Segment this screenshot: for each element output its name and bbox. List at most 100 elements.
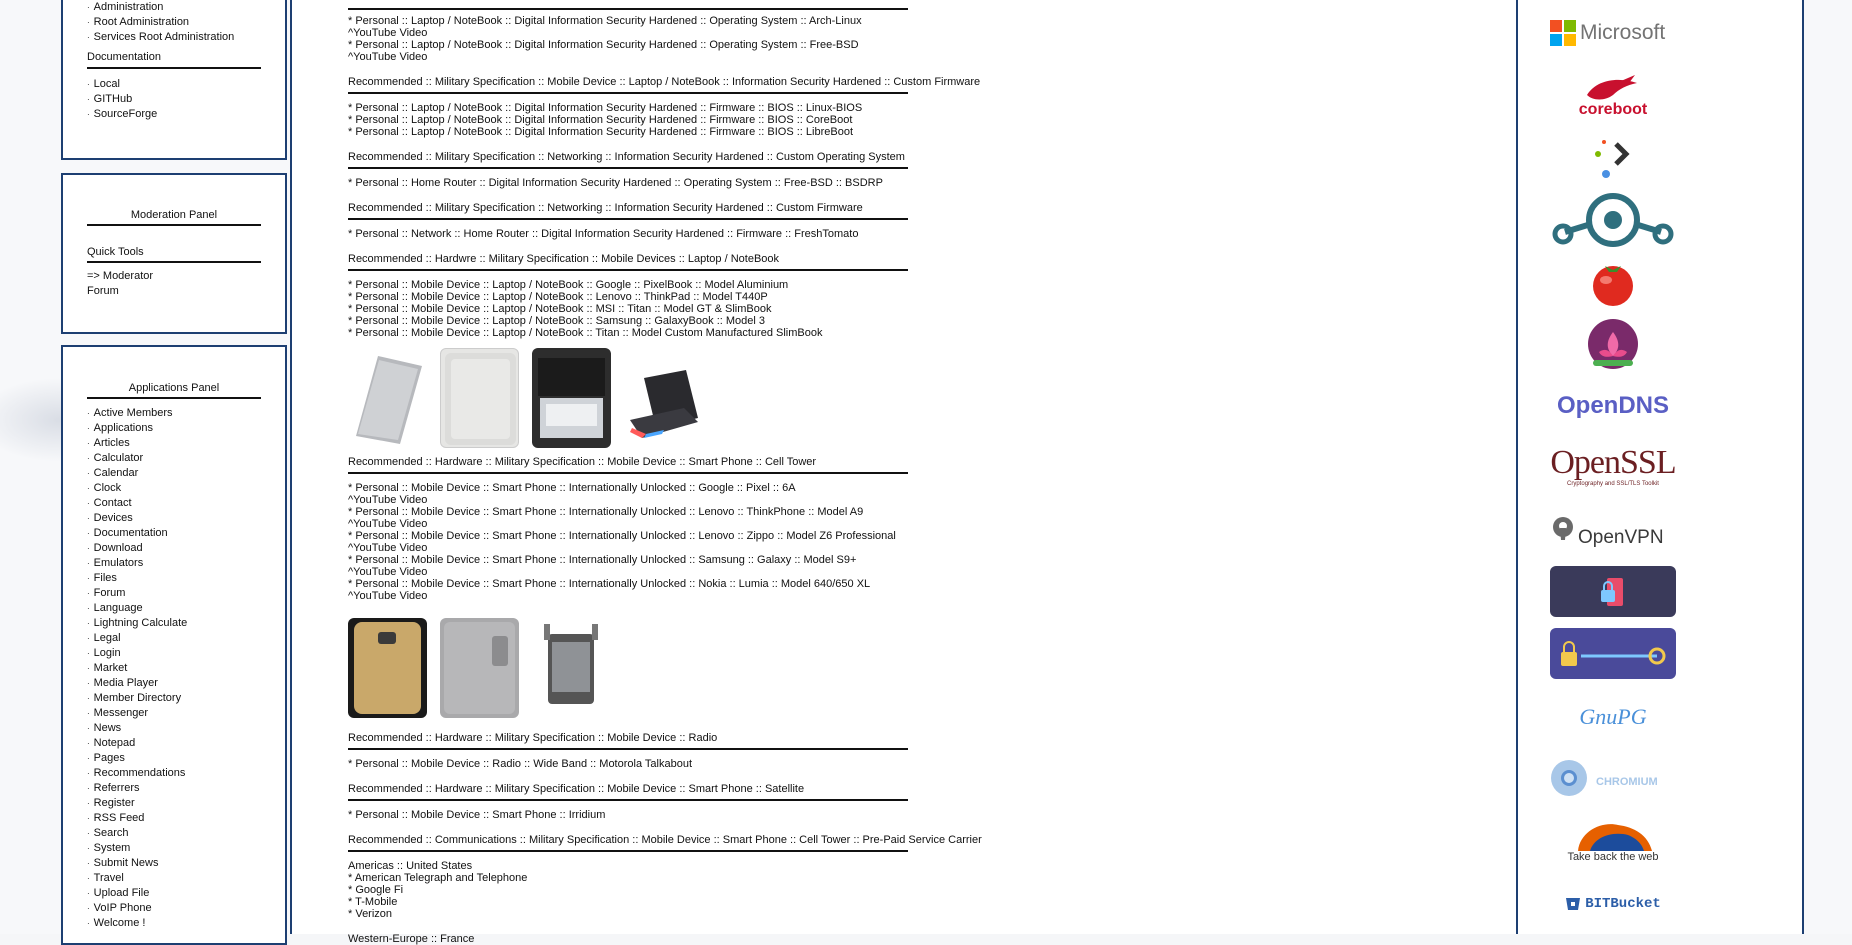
section-heading: Recommended :: Hardwre :: Military Speci…	[348, 253, 780, 265]
sidebar-link[interactable]: · Forum	[87, 586, 285, 601]
openvpn-logo[interactable]: OpenVPN	[1550, 512, 1676, 550]
section-rule	[348, 472, 908, 474]
encryption-key-tile[interactable]	[1550, 628, 1676, 679]
sidebar-link[interactable]: · Applications	[87, 421, 285, 436]
phone-photo-rugged-case[interactable]	[532, 618, 611, 718]
sidebar-link[interactable]: · Root Administration	[87, 15, 285, 30]
sidebar-link[interactable]: · Legal	[87, 631, 285, 646]
sidebar-link-label: Forum	[87, 285, 119, 297]
sidebar-link[interactable]: · Messenger	[87, 706, 285, 721]
sidebar-link[interactable]: · Clock	[87, 481, 285, 496]
bullet-dot: ·	[87, 649, 90, 658]
sidebar-link-label: Market	[93, 662, 128, 674]
sidebar-link[interactable]: · Lightning Calculate	[87, 616, 285, 631]
section-rule	[348, 92, 908, 94]
gnupg-logo[interactable]: GnuPG	[1550, 700, 1676, 734]
sidebar-link[interactable]: · Notepad	[87, 736, 285, 751]
laptop-photo-thinkpad[interactable]	[440, 348, 519, 448]
laptop-photo-galaxybook[interactable]	[624, 348, 703, 448]
phone-photo-thinkphone[interactable]	[440, 618, 519, 718]
lotus-logo[interactable]	[1550, 318, 1676, 372]
content-line: * Personal :: Mobile Device :: Smart Pho…	[348, 506, 864, 518]
quick-tools-rule	[87, 261, 261, 263]
sidebar-link[interactable]: · Download	[87, 541, 285, 556]
youtube-video-link[interactable]: ^YouTube Video	[348, 494, 1516, 506]
section-heading: Recommended :: Hardware :: Military Spec…	[348, 783, 805, 795]
sidebar-link[interactable]: · Member Directory	[87, 691, 285, 706]
youtube-video-link[interactable]: ^YouTube Video	[348, 518, 1516, 530]
sidebar-link[interactable]: · Documentation	[87, 526, 285, 541]
sidebar-link-label: Applications	[93, 422, 153, 434]
opendns-logo[interactable]: OpenDNS	[1550, 390, 1676, 422]
sidebar-link[interactable]: · Services Root Administration	[87, 30, 285, 45]
sidebar-link[interactable]: Forum	[87, 284, 285, 299]
sidebar-link[interactable]: · News	[87, 721, 285, 736]
sidebar-link[interactable]: · Search	[87, 826, 285, 841]
sidebar-link[interactable]: · Files	[87, 571, 285, 586]
arrow-logo[interactable]	[1550, 134, 1676, 180]
sidebar-link[interactable]: · Calculator	[87, 451, 285, 466]
youtube-video-link[interactable]: ^YouTube Video	[348, 27, 1516, 39]
content-line: * Personal :: Mobile Device :: Laptop / …	[348, 303, 772, 315]
sidebar-link[interactable]: · Pages	[87, 751, 285, 766]
sidebar-link[interactable]: · Emulators	[87, 556, 285, 571]
bullet-dot: ·	[87, 724, 90, 733]
bitbucket-logo[interactable]: BITBucket	[1550, 892, 1676, 916]
sidebar-link[interactable]: · Language	[87, 601, 285, 616]
sidebar-link[interactable]: · Submit News	[87, 856, 285, 871]
sidebar-link[interactable]: · Travel	[87, 871, 285, 886]
main-content: * Personal :: Laptop / NoteBook :: Digit…	[290, 0, 1518, 945]
bullet-dot: ·	[87, 889, 90, 898]
sidebar-link[interactable]: · Local	[87, 77, 285, 92]
sidebar-link[interactable]: · Contact	[87, 496, 285, 511]
sidebar-link-label: Administration	[93, 1, 164, 13]
sidebar-link[interactable]: · Referrers	[87, 781, 285, 796]
phone-thumbnails	[348, 618, 1516, 718]
sidebar-link-label: Contact	[93, 497, 132, 509]
youtube-video-link[interactable]: ^YouTube Video	[348, 590, 1516, 602]
chromium-logo[interactable]: CHROMIUM	[1550, 758, 1676, 798]
sidebar-link[interactable]: · Login	[87, 646, 285, 661]
sidebar-link[interactable]: => Moderator	[87, 269, 285, 284]
lotus-icon	[1588, 319, 1638, 369]
sidebar-link[interactable]: · Media Player	[87, 676, 285, 691]
coreboot-logo[interactable]: coreboot	[1550, 68, 1676, 122]
sidebar-link[interactable]: · Market	[87, 661, 285, 676]
phone-photo-galaxy[interactable]	[348, 618, 427, 718]
sidebar-link[interactable]: · Recommendations	[87, 766, 285, 781]
sidebar-link[interactable]: · Welcome !	[87, 916, 285, 931]
laptop-photo-msi[interactable]	[532, 348, 611, 448]
sidebar-link[interactable]: · GITHub	[87, 92, 285, 107]
sidebar-link-label: System	[93, 842, 131, 854]
sidebar-link[interactable]: · Calendar	[87, 466, 285, 481]
security-app-tile[interactable]	[1550, 566, 1676, 617]
sidebar-link[interactable]: · RSS Feed	[87, 811, 285, 826]
sidebar-link[interactable]: · Devices	[87, 511, 285, 526]
key-lock-icon	[1561, 640, 1666, 666]
sidebar-link[interactable]: · Active Members	[87, 406, 285, 421]
lineageos-logo[interactable]	[1550, 192, 1676, 248]
microsoft-icon	[1550, 20, 1576, 46]
moderation-panel: Moderation Panel Quick Tools => Moderato…	[61, 173, 287, 334]
microsoft-logo[interactable]: Microsoft	[1550, 18, 1676, 48]
bullet-dot: ·	[87, 95, 90, 104]
admin-documentation-panel: · Administration · Root Administration · Serv…	[61, 0, 287, 160]
youtube-video-link[interactable]: ^YouTube Video	[348, 51, 1516, 63]
sidebar-link[interactable]: · Upload File	[87, 886, 285, 901]
openssl-logo[interactable]: OpenSSL Cryptography and SSL/TLS Toolkit	[1550, 444, 1676, 490]
sidebar-link[interactable]: · VoIP Phone	[87, 901, 285, 916]
firefox-logo[interactable]: Take back the web	[1550, 818, 1676, 866]
sidebar-link[interactable]: · System	[87, 841, 285, 856]
sidebar-link[interactable]: · Articles	[87, 436, 285, 451]
sidebar-link-label: Member Directory	[93, 692, 182, 704]
sidebar-link[interactable]: · Administration	[87, 0, 285, 15]
sidebar-link[interactable]: · SourceForge	[87, 107, 285, 122]
sidebar-link-label: VoIP Phone	[93, 902, 152, 914]
sidebar-link-label: Messenger	[93, 707, 149, 719]
youtube-video-link[interactable]: ^YouTube Video	[348, 566, 1516, 578]
sidebar-link[interactable]: · Register	[87, 796, 285, 811]
freshtomato-logo[interactable]	[1550, 258, 1676, 308]
laptop-photo-pixelbook[interactable]	[348, 348, 427, 448]
youtube-video-link[interactable]: ^YouTube Video	[348, 542, 1516, 554]
content-block-radio: * Personal :: Mobile Device :: Radio :: …	[348, 758, 1516, 770]
